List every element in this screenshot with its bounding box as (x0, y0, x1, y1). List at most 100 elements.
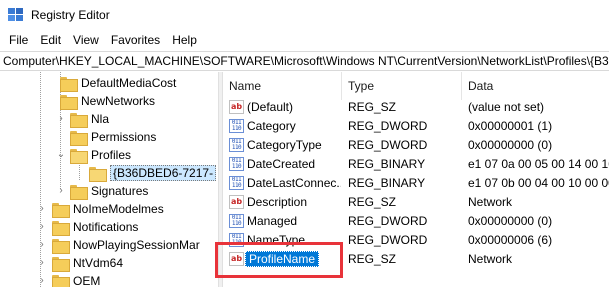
value-type: REG_BINARY (348, 176, 426, 190)
value-type: REG_DWORD (348, 119, 428, 133)
folder-icon (52, 202, 70, 218)
menu-edit[interactable]: Edit (34, 30, 67, 51)
chevron-down-icon[interactable]: ⌄ (56, 150, 66, 160)
table-row[interactable]: ab Description REG_SZ Network (223, 193, 609, 212)
tree-connector (40, 72, 41, 287)
tree-item[interactable]: NewNetworks (60, 92, 155, 110)
folder-icon (52, 274, 70, 287)
title-bar: Registry Editor (0, 0, 609, 30)
value-type: REG_SZ (348, 252, 397, 266)
tree-item-label: DefaultMediaCost (81, 76, 177, 90)
value-name: Category (247, 119, 296, 133)
folder-icon (60, 94, 78, 110)
folder-icon (52, 256, 70, 272)
key-tree[interactable]: DefaultMediaCost NewNetworks › Nla Permi… (0, 72, 218, 287)
tree-item[interactable]: NtVdm64 (52, 254, 123, 272)
value-type: REG_BINARY (348, 157, 426, 171)
column-header-name[interactable]: Name (223, 72, 342, 100)
value-name: CategoryType (247, 138, 322, 152)
menu-file[interactable]: File (3, 30, 34, 51)
chevron-right-icon[interactable]: › (37, 240, 47, 250)
folder-icon (52, 238, 70, 254)
folder-icon (52, 220, 70, 236)
menu-bar: File Edit View Favorites Help (0, 30, 609, 51)
chevron-right-icon[interactable]: › (37, 276, 47, 286)
binary-value-icon: 011 110 (229, 176, 244, 190)
binary-value-icon: 011 110 (229, 214, 244, 228)
value-name: (Default) (247, 100, 294, 114)
open-folder-icon (89, 166, 107, 182)
tree-item-label: Nla (91, 112, 110, 126)
table-row[interactable]: 011 110 DateCreated REG_BINARY e1 07 0a 0… (223, 155, 609, 174)
column-header-type[interactable]: Type (342, 72, 462, 100)
table-row[interactable]: 011 110 CategoryType REG_DWORD 0x00000000… (223, 136, 609, 155)
string-value-icon: ab (229, 195, 244, 209)
value-type: REG_DWORD (348, 233, 428, 247)
value-type: REG_DWORD (348, 214, 428, 228)
folder-icon (70, 184, 88, 200)
tree-item-label: NtVdm64 (73, 256, 124, 270)
value-data: Network (468, 195, 513, 209)
tree-item-label: NoImeModelmes (73, 202, 164, 216)
tree-item[interactable]: OEM (52, 272, 100, 287)
tree-item[interactable]: NoImeModelmes (52, 200, 164, 218)
tree-item-label: OEM (73, 274, 101, 287)
tree-item-label: Signatures (91, 184, 149, 198)
value-data: 0x00000001 (1) (468, 119, 553, 133)
chevron-right-icon[interactable]: › (56, 114, 66, 124)
tree-item[interactable]: Nla (70, 110, 109, 128)
table-row[interactable]: 011 110 Managed REG_DWORD 0x00000000 (0) (223, 212, 609, 231)
menu-favorites[interactable]: Favorites (105, 30, 166, 51)
folder-icon (70, 130, 88, 146)
value-type: REG_DWORD (348, 138, 428, 152)
value-data: 0x00000000 (0) (468, 214, 553, 228)
value-name: DateLastConnec... (247, 176, 341, 190)
menu-help[interactable]: Help (166, 30, 203, 51)
chevron-right-icon[interactable]: › (37, 204, 47, 214)
window-title: Registry Editor (31, 8, 110, 22)
registry-icon (8, 8, 23, 21)
open-folder-icon (70, 148, 88, 164)
value-data: Network (468, 252, 513, 266)
table-row[interactable]: 011 110 DateLastConnec... REG_BINARY e1 0… (223, 174, 609, 193)
chevron-right-icon[interactable]: › (56, 186, 66, 196)
tree-item-label: Profiles (91, 148, 132, 162)
address-path[interactable]: Computer\HKEY_LOCAL_MACHINE\SOFTWARE\Mic… (3, 54, 609, 68)
value-name: Description (247, 195, 308, 209)
value-data: 0x00000000 (0) (468, 138, 553, 152)
address-bar[interactable]: Computer\HKEY_LOCAL_MACHINE\SOFTWARE\Mic… (0, 51, 609, 71)
menu-view[interactable]: View (67, 30, 105, 51)
table-row[interactable]: ab (Default) REG_SZ (value not set) (223, 98, 609, 117)
tree-item[interactable]: Profiles (70, 146, 131, 164)
value-name: Managed (247, 214, 298, 228)
tree-item-label: Permissions (91, 130, 157, 144)
chevron-right-icon[interactable]: › (37, 258, 47, 268)
tree-item[interactable]: Permissions (70, 128, 156, 146)
tree-item[interactable]: Signatures (70, 182, 148, 200)
tree-item[interactable]: Notifications (52, 218, 138, 236)
binary-value-icon: 011 110 (229, 119, 244, 133)
value-type: REG_SZ (348, 195, 397, 209)
value-data: 0x00000006 (6) (468, 233, 553, 247)
tree-item-label: Notifications (73, 220, 139, 234)
binary-value-icon: 011 110 (229, 138, 244, 152)
folder-icon (60, 76, 78, 92)
folder-icon (70, 112, 88, 128)
value-data: (value not set) (468, 100, 545, 114)
tree-item[interactable]: NowPlayingSessionMar (52, 236, 200, 254)
tree-connector (79, 162, 80, 180)
table-row[interactable]: 011 110 Category REG_DWORD 0x00000001 (1) (223, 117, 609, 136)
chevron-right-icon[interactable]: › (37, 222, 47, 232)
tree-item-label: NewNetworks (81, 94, 156, 108)
value-data: e1 07 0b 00 04 00 10 00 00 0 (468, 176, 609, 190)
value-data: e1 07 0a 00 05 00 14 00 16 0 (468, 157, 609, 171)
tree-item[interactable]: DefaultMediaCost (60, 74, 176, 92)
value-name: DateCreated (247, 157, 316, 171)
binary-value-icon: 011 110 (229, 157, 244, 171)
tree-item-label: {B36DBED6-7217- (110, 165, 217, 181)
tree-item-selected[interactable]: {B36DBED6-7217- (89, 164, 217, 182)
column-header-data[interactable]: Data (462, 72, 609, 100)
value-type: REG_SZ (348, 100, 397, 114)
string-value-icon: ab (229, 100, 244, 114)
highlight-annotation-box (215, 242, 343, 278)
